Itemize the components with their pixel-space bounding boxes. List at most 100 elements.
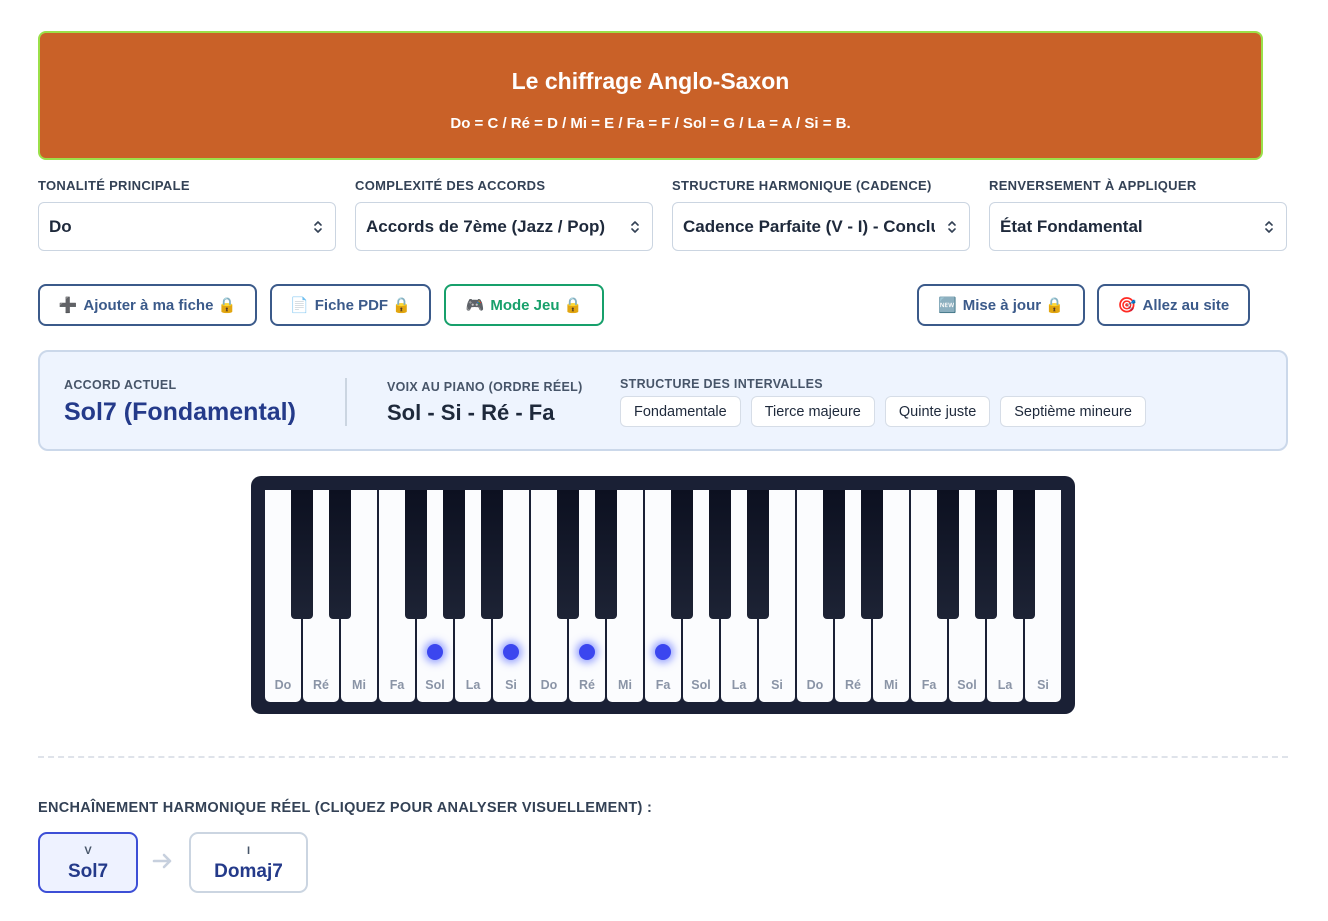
page: Le chiffrage Anglo-Saxon Do = C / Ré = D… <box>0 0 1328 921</box>
piano-key-label: Mi <box>884 678 898 692</box>
sequence-chord-v[interactable]: V Sol7 <box>38 832 138 893</box>
piano-voices: Sol - Si - Ré - Fa <box>387 400 555 425</box>
piano-key-black[interactable] <box>291 490 313 619</box>
chevron-up-down-icon <box>631 221 639 233</box>
piano-key-black[interactable] <box>557 490 579 619</box>
interval-chip: Tierce majeure <box>750 396 875 427</box>
cadence-label: STRUCTURE HARMONIQUE (CADENCE) <box>672 178 932 193</box>
update-label: Mise à jour 🔒 <box>962 297 1064 314</box>
inversion-select[interactable]: État Fondamental <box>989 202 1287 251</box>
update-button[interactable]: 🆕 Mise à jour 🔒 <box>917 284 1085 326</box>
arrow-right-icon <box>152 853 172 869</box>
piano-key-black[interactable] <box>861 490 883 619</box>
tonality-label: TONALITÉ PRINCIPALE <box>38 178 190 193</box>
tonality-value: Do <box>49 216 72 236</box>
piano-key-black[interactable] <box>975 490 997 619</box>
piano-key-black[interactable] <box>747 490 769 619</box>
piano-key-black[interactable] <box>709 490 731 619</box>
piano-key-label: La <box>731 678 747 692</box>
complexity-label: COMPLEXITÉ DES ACCORDS <box>355 178 546 193</box>
piano-key-label: Sol <box>957 678 977 692</box>
piano-key-label: Fa <box>655 678 671 692</box>
piano-key-label: Mi <box>352 678 366 692</box>
banner-title: Le chiffrage Anglo-Saxon <box>511 68 790 94</box>
piano-key-label: Do <box>540 678 558 692</box>
add-to-sheet-label: Ajouter à ma fiche 🔒 <box>83 297 237 314</box>
piano-key-label: Si <box>505 678 517 692</box>
current-chord-name: Sol7 (Fondamental) <box>64 398 296 426</box>
piano-key-black[interactable] <box>595 490 617 619</box>
piano-key-label: Ré <box>579 678 595 692</box>
gamepad-icon: 🎮 <box>465 297 485 314</box>
sequence-chord-name: Sol7 <box>67 861 109 882</box>
go-to-site-button[interactable]: 🎯 Allez au site <box>1097 284 1250 326</box>
piano-key-label: Sol <box>691 678 711 692</box>
new-icon: 🆕 <box>938 297 957 314</box>
piano-key-black[interactable] <box>937 490 959 619</box>
interval-chip: Fondamentale <box>620 396 741 427</box>
active-note-dot <box>503 644 519 660</box>
intervals-label: STRUCTURE DES INTERVALLES <box>620 377 823 391</box>
sequence-chord-name: Domaj7 <box>214 861 283 882</box>
piano-key-black[interactable] <box>671 490 693 619</box>
document-icon: 📄 <box>290 297 309 314</box>
divider <box>345 378 347 426</box>
add-to-sheet-button[interactable]: ➕ Ajouter à ma fiche 🔒 <box>38 284 257 326</box>
piano-key-black[interactable] <box>405 490 427 619</box>
piano-key-label: La <box>997 678 1013 692</box>
piano-keyboard: Do Ré Mi Fa Sol La Si Do Ré Mi Fa Sol La Si Do Ré Mi Fa So… <box>251 476 1075 714</box>
chevron-up-down-icon <box>1265 221 1273 233</box>
section-divider <box>38 756 1288 758</box>
pdf-sheet-label: Fiche PDF 🔒 <box>314 297 411 314</box>
piano-key-label: Si <box>1037 678 1049 692</box>
sequence-chord-i[interactable]: I Domaj7 <box>189 832 308 893</box>
banner-subtitle: Do = C / Ré = D / Mi = E / Fa = F / Sol … <box>450 115 851 132</box>
inversion-control: RENVERSEMENT À APPLIQUER État Fondamenta… <box>989 178 1287 251</box>
cadence-control: STRUCTURE HARMONIQUE (CADENCE) Cadence P… <box>672 178 970 251</box>
complexity-select[interactable]: Accords de 7ème (Jazz / Pop) <box>355 202 653 251</box>
plus-icon: ➕ <box>58 297 78 314</box>
inversion-value: État Fondamental <box>1000 216 1143 236</box>
sequence-roman: V <box>84 845 92 857</box>
piano-key-label: Mi <box>618 678 632 692</box>
header-banner: Le chiffrage Anglo-Saxon Do = C / Ré = D… <box>38 31 1263 160</box>
piano-key-black[interactable] <box>443 490 465 619</box>
cadence-select[interactable]: Cadence Parfaite (V - I) - Conclusion <box>672 202 970 251</box>
current-chord-label: ACCORD ACTUEL <box>64 378 177 392</box>
tonality-control: TONALITÉ PRINCIPALE Do <box>38 178 336 251</box>
active-note-dot <box>427 644 443 660</box>
inversion-label: RENVERSEMENT À APPLIQUER <box>989 178 1197 193</box>
interval-chip: Quinte juste <box>884 396 991 427</box>
sequence-roman: I <box>246 845 251 857</box>
complexity-control: COMPLEXITÉ DES ACCORDS Accords de 7ème (… <box>355 178 653 251</box>
target-icon: 🎯 <box>1117 297 1137 314</box>
go-to-site-label: Allez au site <box>1142 296 1230 314</box>
tonality-select[interactable]: Do <box>38 202 336 251</box>
piano-key-black[interactable] <box>1013 490 1035 619</box>
cadence-value: Cadence Parfaite (V - I) - Conclusion <box>683 216 935 236</box>
piano-key-label: La <box>465 678 481 692</box>
piano-voices-label: VOIX AU PIANO (ORDRE RÉEL) <box>387 380 583 394</box>
piano-key-black[interactable] <box>481 490 503 619</box>
piano-key-label: Ré <box>313 678 329 692</box>
piano-key-label: Do <box>806 678 824 692</box>
game-mode-label: Mode Jeu 🔒 <box>490 297 583 314</box>
interval-chip: Septième mineure <box>1000 396 1146 427</box>
piano-key-label: Si <box>771 678 783 692</box>
active-note-dot <box>655 644 671 660</box>
game-mode-button[interactable]: 🎮 Mode Jeu 🔒 <box>444 284 604 326</box>
active-note-dot <box>579 644 595 660</box>
complexity-value: Accords de 7ème (Jazz / Pop) <box>366 216 606 236</box>
chevron-up-down-icon <box>948 221 956 233</box>
chord-info-panel: ACCORD ACTUEL Sol7 (Fondamental) VOIX AU… <box>38 350 1288 451</box>
piano-key-black[interactable] <box>823 490 845 619</box>
chevron-up-down-icon <box>314 221 322 233</box>
piano-key-label: Fa <box>389 678 405 692</box>
piano-key-black[interactable] <box>329 490 351 619</box>
interval-chips: Fondamentale Tierce majeure Quinte juste… <box>620 396 1146 427</box>
piano-key-label: Fa <box>921 678 937 692</box>
pdf-sheet-button[interactable]: 📄 Fiche PDF 🔒 <box>270 284 431 326</box>
piano-key-label: Sol <box>425 678 445 692</box>
piano-key-label: Ré <box>845 678 861 692</box>
sequence-label: ENCHAÎNEMENT HARMONIQUE RÉEL (CLIQUEZ PO… <box>38 800 653 816</box>
